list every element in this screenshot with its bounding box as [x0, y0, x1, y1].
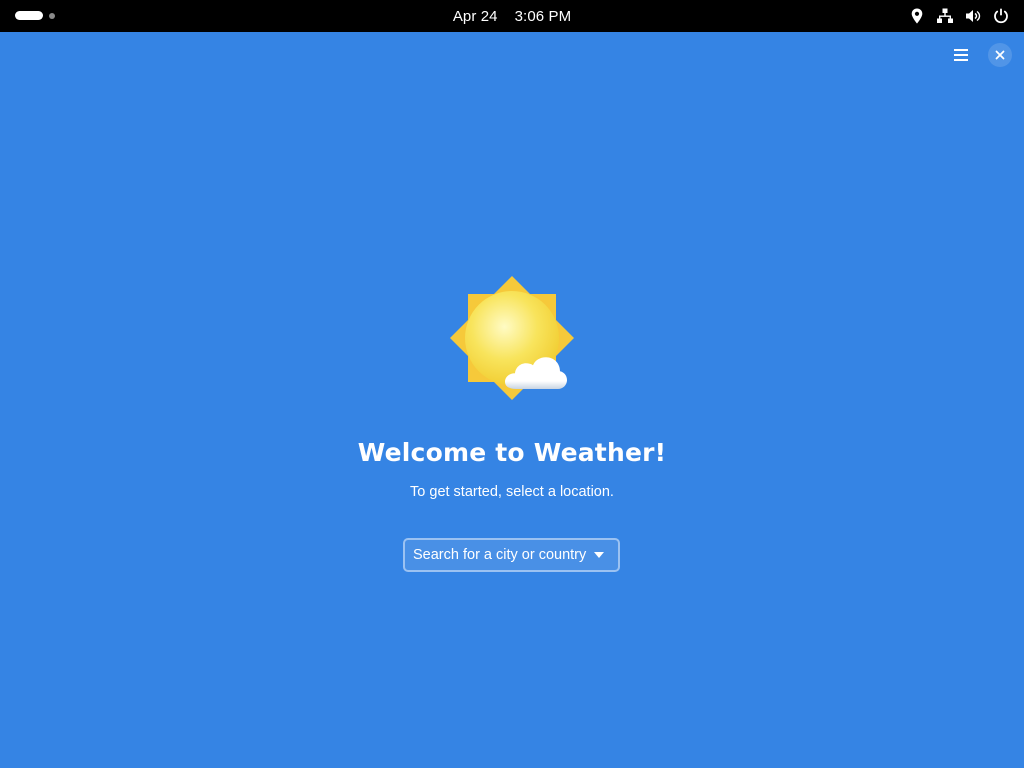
close-button[interactable] [988, 43, 1012, 67]
time-label: 3:06 PM [514, 7, 572, 25]
volume-icon[interactable] [964, 7, 982, 25]
weather-window: Welcome to Weather! To get started, sele… [0, 32, 1024, 768]
sun-cloud-icon [450, 276, 574, 400]
top-bar: Apr 24 3:06 PM [0, 0, 1024, 32]
location-search-label: Search for a city or country [413, 547, 587, 563]
location-search-button[interactable]: Search for a city or country [403, 538, 620, 572]
close-icon [995, 50, 1005, 60]
system-tray[interactable] [898, 0, 1010, 32]
network-icon[interactable] [936, 7, 954, 25]
welcome-title: Welcome to Weather! [357, 438, 667, 467]
menu-icon [954, 49, 968, 61]
date-label: Apr 24 [452, 7, 498, 25]
location-icon[interactable] [908, 7, 926, 25]
power-icon[interactable] [992, 7, 1010, 25]
welcome-subtitle: To get started, select a location. [410, 484, 614, 500]
main-menu-button[interactable] [948, 42, 974, 68]
clock[interactable]: Apr 24 3:06 PM [0, 0, 1024, 32]
dropdown-arrow-icon [594, 552, 605, 558]
